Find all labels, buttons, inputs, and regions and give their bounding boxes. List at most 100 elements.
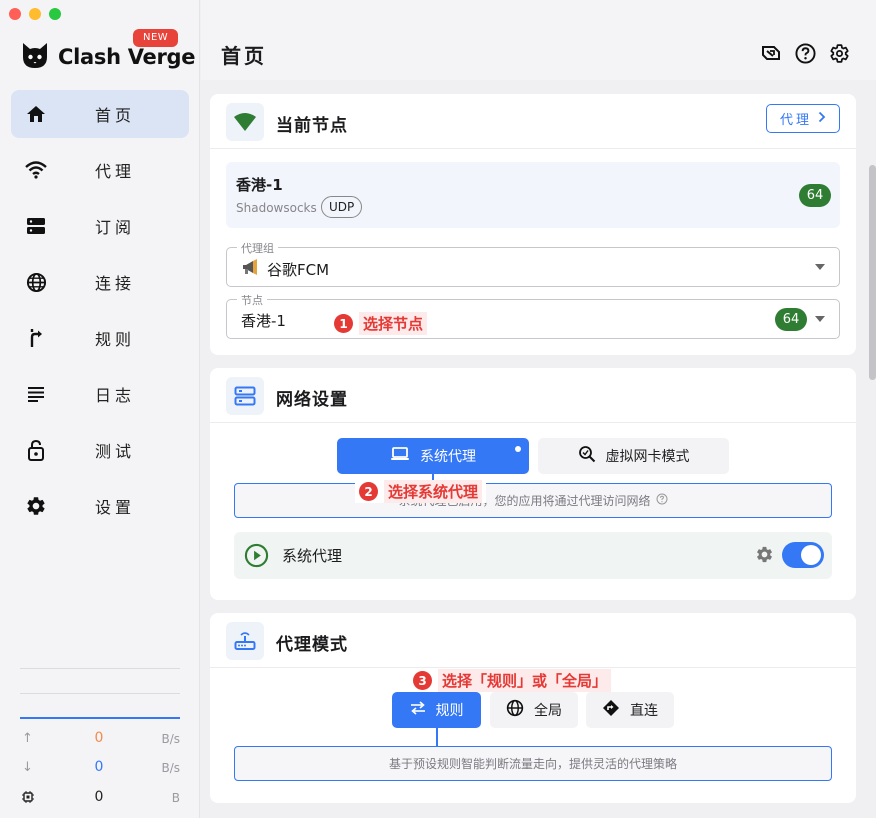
scrollbar[interactable] — [869, 165, 876, 380]
download-value: 0 — [94, 759, 104, 775]
sidebar-divider — [20, 693, 180, 694]
sidebar-item-settings[interactable]: 设置 — [11, 482, 189, 530]
card-header: 当前节点 代理 — [210, 94, 856, 149]
caret-down-icon — [815, 316, 825, 322]
system-proxy-tab-label: 系统代理 — [420, 449, 476, 465]
system-proxy-settings-icon[interactable] — [755, 545, 774, 568]
annotation-number: 2 — [359, 482, 378, 501]
memory-chip-icon — [22, 791, 34, 807]
chevron-right-icon — [818, 111, 826, 127]
server-icon — [226, 377, 264, 415]
settings-gear-icon[interactable] — [828, 42, 850, 64]
proxy-group-select[interactable]: 代理组 谷歌FCM — [226, 240, 840, 287]
sidebar-item-proxy[interactable]: 代理 — [11, 146, 189, 194]
help-icon[interactable] — [794, 42, 816, 64]
sidebar-item-label: 代理 — [95, 162, 136, 181]
tun-mode-tab[interactable]: 虚拟网卡模式 — [538, 438, 729, 474]
home-icon — [25, 103, 47, 125]
annotation-number: 1 — [334, 314, 353, 333]
rule-mode-label: 规则 — [435, 703, 464, 719]
global-mode-label: 全局 — [534, 703, 562, 719]
proxy-mode-card: 代理模式 3 选择「规则」或「全局」 规则 全局 直连 基于预设规则智能判断流量… — [210, 613, 856, 803]
annotation-number: 3 — [413, 671, 432, 690]
upload-stat: ↑ 0 B/s — [20, 730, 180, 750]
wifi-icon — [25, 159, 47, 181]
sidebar-item-connections[interactable]: 连接 — [11, 258, 189, 306]
sidebar-item-label: 设置 — [95, 498, 136, 517]
server-icon — [25, 215, 47, 237]
select-legend: 节点 — [237, 292, 267, 308]
pointer-line — [436, 728, 438, 746]
play-circle-icon — [244, 543, 269, 572]
globe-icon — [506, 699, 524, 721]
page-title: 首页 — [221, 44, 267, 68]
sidebar-item-subscriptions[interactable]: 订阅 — [11, 202, 189, 250]
traffic-graph-line — [20, 717, 180, 719]
rule-mode-hint: 基于预设规则智能判断流量走向，提供灵活的代理策略 — [234, 746, 832, 781]
download-unit: B/s — [161, 761, 180, 775]
direct-mode-button[interactable]: 直连 — [586, 692, 674, 728]
card-title: 当前节点 — [276, 116, 348, 136]
header-actions — [760, 42, 850, 64]
memory-value: 0 — [94, 789, 104, 805]
arrow-up-icon: ↑ — [22, 731, 33, 746]
sidebar-item-test[interactable]: 测试 — [11, 426, 189, 474]
minimize-window-button[interactable] — [29, 8, 41, 20]
sidebar-nav: 首页 代理 订阅 连接 规则 日志 测试 设置 — [11, 90, 189, 538]
list-icon — [25, 383, 47, 405]
udp-chip: UDP — [321, 196, 363, 218]
go-proxy-button[interactable]: 代理 — [766, 104, 840, 133]
wifi-signal-icon — [226, 103, 264, 141]
upload-unit: B/s — [161, 732, 180, 746]
annotation-text: 选择节点 — [359, 312, 428, 335]
node-select[interactable]: 节点 香港-1 64 — [226, 292, 840, 339]
app-name: Clash Verge — [58, 45, 196, 69]
download-stat: ↓ 0 B/s — [20, 759, 180, 779]
current-node-info: 香港-1 Shadowsocks UDP 64 — [226, 162, 840, 228]
annotation-1: 1 选择节点 — [334, 312, 428, 335]
sidebar: Clash Verge NEW 首页 代理 订阅 连接 规则 日志 测试 设置 … — [0, 0, 200, 818]
node-name: 香港-1 — [236, 176, 283, 194]
upload-value: 0 — [94, 730, 104, 746]
caret-down-icon — [815, 264, 825, 270]
current-node-card: 当前节点 代理 香港-1 Shadowsocks UDP 64 代理组 谷歌FC… — [210, 94, 856, 355]
system-proxy-toggle[interactable] — [782, 542, 824, 568]
global-mode-button[interactable]: 全局 — [490, 692, 578, 728]
lock-icon — [25, 439, 47, 461]
active-dot — [515, 446, 521, 452]
close-window-button[interactable] — [9, 8, 21, 20]
sidebar-item-label: 测试 — [95, 442, 136, 461]
sidebar-item-rules[interactable]: 规则 — [11, 314, 189, 362]
help-circle-icon[interactable] — [656, 493, 668, 508]
select-value: 谷歌FCM — [241, 258, 329, 280]
sidebar-item-logs[interactable]: 日志 — [11, 370, 189, 418]
sidebar-item-label: 首页 — [95, 106, 136, 125]
card-title: 网络设置 — [276, 390, 348, 410]
group-name: 谷歌FCM — [267, 260, 330, 279]
sidebar-item-home[interactable]: 首页 — [11, 90, 189, 138]
header-bar — [201, 0, 876, 80]
card-header: 网络设置 — [210, 368, 856, 423]
new-badge: NEW — [133, 29, 179, 47]
system-proxy-tab[interactable]: 系统代理 — [337, 438, 529, 474]
megaphone-icon — [241, 258, 261, 280]
arrow-down-icon: ↓ — [22, 760, 33, 775]
hint-text: 基于预设规则智能判断流量走向，提供灵活的代理策略 — [388, 757, 677, 771]
rule-mode-button[interactable]: 规则 — [392, 692, 481, 728]
system-proxy-label: 系统代理 — [282, 547, 343, 565]
direction-icon — [602, 699, 620, 721]
go-proxy-label: 代理 — [779, 113, 812, 128]
system-proxy-hint: 系统代理已启用，您的应用将通过代理访问网络 — [234, 483, 832, 518]
select-legend: 代理组 — [237, 240, 278, 256]
sidebar-item-label: 规则 — [95, 330, 136, 349]
zoom-window-button[interactable] — [49, 8, 61, 20]
direct-mode-label: 直连 — [630, 703, 658, 719]
node-type: Shadowsocks — [236, 201, 317, 215]
tool-icon[interactable] — [760, 42, 782, 64]
swap-icon — [410, 701, 426, 719]
annotation-3: 3 选择「规则」或「全局」 — [413, 669, 612, 692]
fork-icon — [25, 327, 47, 349]
latency-badge: 64 — [799, 184, 831, 207]
window-controls — [9, 8, 61, 20]
memory-stat: 0 B — [20, 789, 180, 809]
